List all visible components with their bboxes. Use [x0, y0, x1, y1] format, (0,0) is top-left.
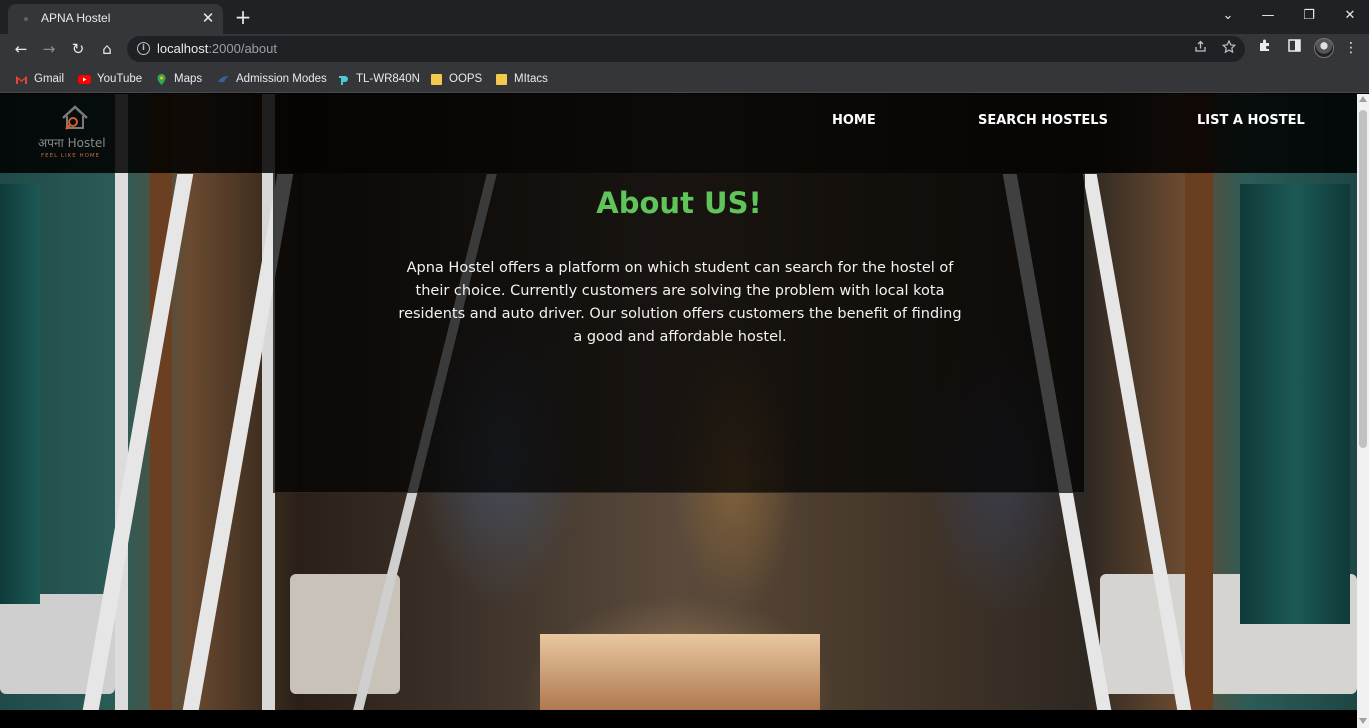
youtube-icon [78, 74, 91, 84]
nav-list-a-hostel[interactable]: LIST A HOSTEL [1197, 113, 1305, 128]
site-navbar: अपना Hostel FEEL LIKE HOME HOME SEARCH H… [0, 94, 1357, 173]
browser-tab[interactable]: APNA Hostel ✕ [8, 4, 223, 34]
address-url[interactable]: localhost:2000/about [157, 41, 277, 56]
floor-light [540, 634, 820, 710]
tab-close-icon[interactable]: ✕ [199, 9, 217, 27]
logo-tagline: FEEL LIKE HOME [41, 153, 101, 159]
bookmark-youtube[interactable]: YouTube [78, 70, 142, 88]
page-footer-strip [0, 710, 1357, 728]
minimize-button[interactable]: — [1250, 4, 1286, 28]
share-icon[interactable] [1191, 40, 1209, 58]
reload-button[interactable]: ↻ [67, 38, 89, 60]
bookmark-gmail[interactable]: Gmail [15, 70, 64, 88]
page-favicon-icon [24, 17, 28, 21]
bookmark-tl-wr840n[interactable]: TL-WR840N [337, 70, 420, 88]
scrollbar-thumb[interactable] [1359, 110, 1367, 448]
tplink-icon [339, 75, 348, 85]
scroll-down-arrow-icon[interactable] [1359, 718, 1367, 724]
curtain-left [0, 184, 40, 604]
site-info-icon[interactable]: i [137, 42, 150, 55]
tab-strip: APNA Hostel ✕ + ⌄ — ❐ ✕ [0, 0, 1369, 34]
folder-icon [431, 73, 442, 85]
about-section: About US! Apna Hostel offers a platform … [273, 173, 1085, 493]
close-window-button[interactable]: ✕ [1332, 4, 1368, 28]
bookmark-star-icon[interactable] [1220, 39, 1238, 58]
tab-title: APNA Hostel [41, 11, 111, 25]
nav-home[interactable]: HOME [832, 113, 876, 128]
wooden-post [150, 94, 172, 710]
bookmarks-bar: Gmail YouTube Maps Admission Modes TL-WR… [0, 64, 1369, 93]
scroll-up-arrow-icon[interactable] [1359, 96, 1367, 102]
admission-icon [218, 75, 229, 82]
bookmark-maps[interactable]: Maps [155, 70, 202, 88]
bookmark-oops[interactable]: OOPS [430, 70, 482, 88]
menu-kebab-icon[interactable]: ⋮ [1341, 38, 1361, 58]
about-title: About US! [596, 186, 762, 220]
page-viewport: अपना Hostel FEEL LIKE HOME HOME SEARCH H… [0, 94, 1357, 728]
forward-button[interactable]: → [38, 38, 60, 60]
curtain-right [1240, 184, 1350, 624]
tab-search-icon[interactable]: ⌄ [1210, 4, 1246, 28]
home-button[interactable]: ⌂ [96, 38, 118, 60]
maps-icon [157, 73, 166, 85]
back-button[interactable]: ← [10, 38, 32, 60]
about-description: Apna Hostel offers a platform on which s… [398, 260, 962, 345]
house-logo-icon [62, 105, 88, 130]
address-bar[interactable]: i localhost:2000/about [127, 36, 1245, 62]
new-tab-button[interactable]: + [232, 6, 254, 28]
bookmark-admission-modes[interactable]: Admission Modes [217, 70, 327, 88]
bookmark-mitacs[interactable]: MItacs [495, 70, 548, 88]
profile-avatar[interactable] [1314, 38, 1334, 58]
side-panel-icon[interactable] [1284, 38, 1304, 58]
extensions-icon[interactable] [1255, 38, 1275, 58]
logo-brand: अपना Hostel [38, 136, 106, 150]
browser-toolbar: ← → ↻ ⌂ i localhost:2000/about ⋮ [0, 34, 1369, 64]
restore-button[interactable]: ❐ [1291, 4, 1327, 28]
ladder-rail [82, 174, 194, 710]
wooden-post [1185, 94, 1213, 710]
nav-search-hostels[interactable]: SEARCH HOSTELS [978, 113, 1108, 128]
site-logo[interactable]: अपना Hostel FEEL LIKE HOME [38, 104, 122, 164]
folder-icon [496, 73, 507, 85]
vertical-scrollbar[interactable] [1357, 94, 1369, 728]
gmail-icon [16, 75, 27, 84]
